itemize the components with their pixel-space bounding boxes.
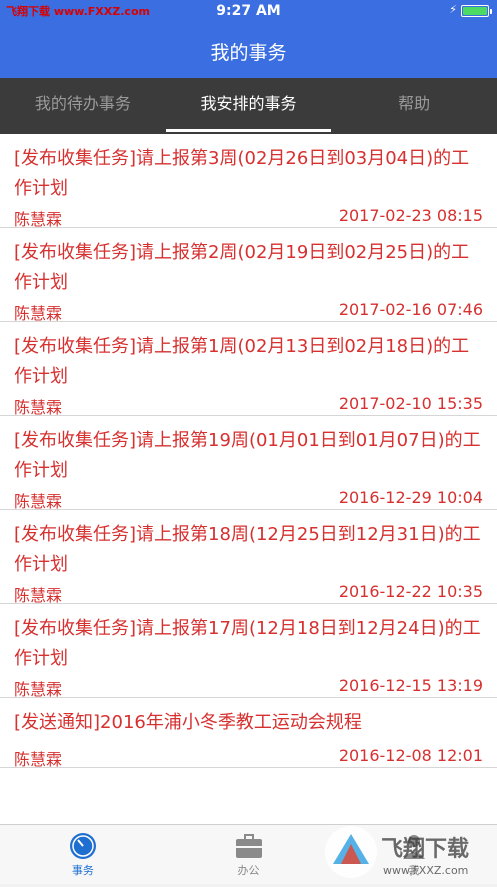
task-list: [发布收集任务]请上报第3周(02月26日到03月04日)的工作计划 陈慧霖 20…: [0, 134, 497, 824]
clock-icon: [68, 831, 98, 861]
page-title: 我的事务: [210, 42, 287, 64]
item-date: 2016-12-29 10:04: [338, 488, 483, 507]
tab-help[interactable]: 帮助: [331, 78, 497, 134]
tab-my-todo[interactable]: 我的待办事务: [0, 78, 166, 134]
item-author: 陈慧霖: [14, 210, 63, 229]
item-title: [发布收集任务]请上报第3周(02月26日到03月04日)的工作计划: [14, 148, 470, 199]
item-date: 2017-02-10 15:35: [338, 394, 483, 413]
list-item[interactable]: [发布收集任务]请上报第3周(02月26日到03月04日)的工作计划 陈慧霖 20…: [0, 134, 497, 229]
briefcase-icon: [234, 831, 264, 861]
item-title: [发布收集任务]请上报第2周(02月19日到02月25日)的工作计划: [14, 242, 470, 293]
list-item[interactable]: [发布收集任务]请上报第18周(12月25日到12月31日)的工作计划 陈慧霖 2…: [0, 510, 497, 605]
nav-bar: 我的事务: [0, 22, 497, 78]
bottom-tab-affairs[interactable]: 事务: [0, 825, 166, 884]
battery-icon: [461, 5, 489, 17]
item-date: 2016-12-08 12:01: [338, 746, 483, 765]
list-item[interactable]: [发布收集任务]请上报第2周(02月19日到02月25日)的工作计划 陈慧霖 20…: [0, 228, 497, 323]
item-title: [发送通知]2016年浦小冬季教工运动会规程: [14, 712, 362, 733]
item-date: 2016-12-15 13:19: [338, 676, 483, 695]
battery-cap: [490, 9, 492, 14]
status-bar: 飞翔下载 www.FXXZ.com 9:27 AM ⚡: [0, 0, 497, 22]
list-item[interactable]: [发布收集任务]请上报第1周(02月13日到02月18日)的工作计划 陈慧霖 20…: [0, 322, 497, 417]
item-author: 陈慧霖: [14, 680, 63, 699]
bottom-tab-office[interactable]: 办公: [166, 825, 332, 884]
watermark-text: 飞翔下载: [381, 836, 469, 862]
item-author: 陈慧霖: [14, 304, 63, 323]
status-time: 9:27 AM: [216, 3, 281, 19]
item-date: 2016-12-22 10:35: [338, 582, 483, 601]
item-date: 2017-02-16 07:46: [338, 300, 483, 319]
watermark-url: www.FXXZ.com: [383, 864, 468, 877]
item-author: 陈慧霖: [14, 492, 63, 511]
item-author: 陈慧霖: [14, 586, 63, 605]
segment-tabs: 我的待办事务 我安排的事务 帮助: [0, 78, 497, 134]
item-date: 2017-02-23 08:15: [338, 206, 483, 225]
item-author: 陈慧霖: [14, 750, 63, 769]
item-author: 陈慧霖: [14, 398, 63, 417]
tab-my-assigned[interactable]: 我安排的事务: [165, 78, 332, 134]
list-item[interactable]: [发布收集任务]请上报第17周(12月18日到12月24日)的工作计划 陈慧霖 2…: [0, 604, 497, 699]
item-title: [发布收集任务]请上报第18周(12月25日到12月31日)的工作计划: [14, 524, 481, 575]
list-item[interactable]: [发布收集任务]请上报第19周(01月01日到01月07日)的工作计划 陈慧霖 2…: [0, 416, 497, 511]
item-title: [发布收集任务]请上报第19周(01月01日到01月07日)的工作计划: [14, 430, 481, 481]
battery-fill: [463, 7, 487, 15]
watermark-logo: 飞翔下载 www.FXXZ.com: [317, 820, 497, 883]
item-title: [发布收集任务]请上报第17周(12月18日到12月24日)的工作计划: [14, 618, 481, 669]
charging-icon: ⚡: [449, 3, 457, 16]
bottom-tab-label: 办公: [237, 864, 260, 877]
item-title: [发布收集任务]请上报第1周(02月13日到02月18日)的工作计划: [14, 336, 470, 387]
bottom-tab-label: 事务: [71, 864, 94, 877]
list-item[interactable]: [发送通知]2016年浦小冬季教工运动会规程 陈慧霖 2016-12-08 12:…: [0, 698, 497, 769]
